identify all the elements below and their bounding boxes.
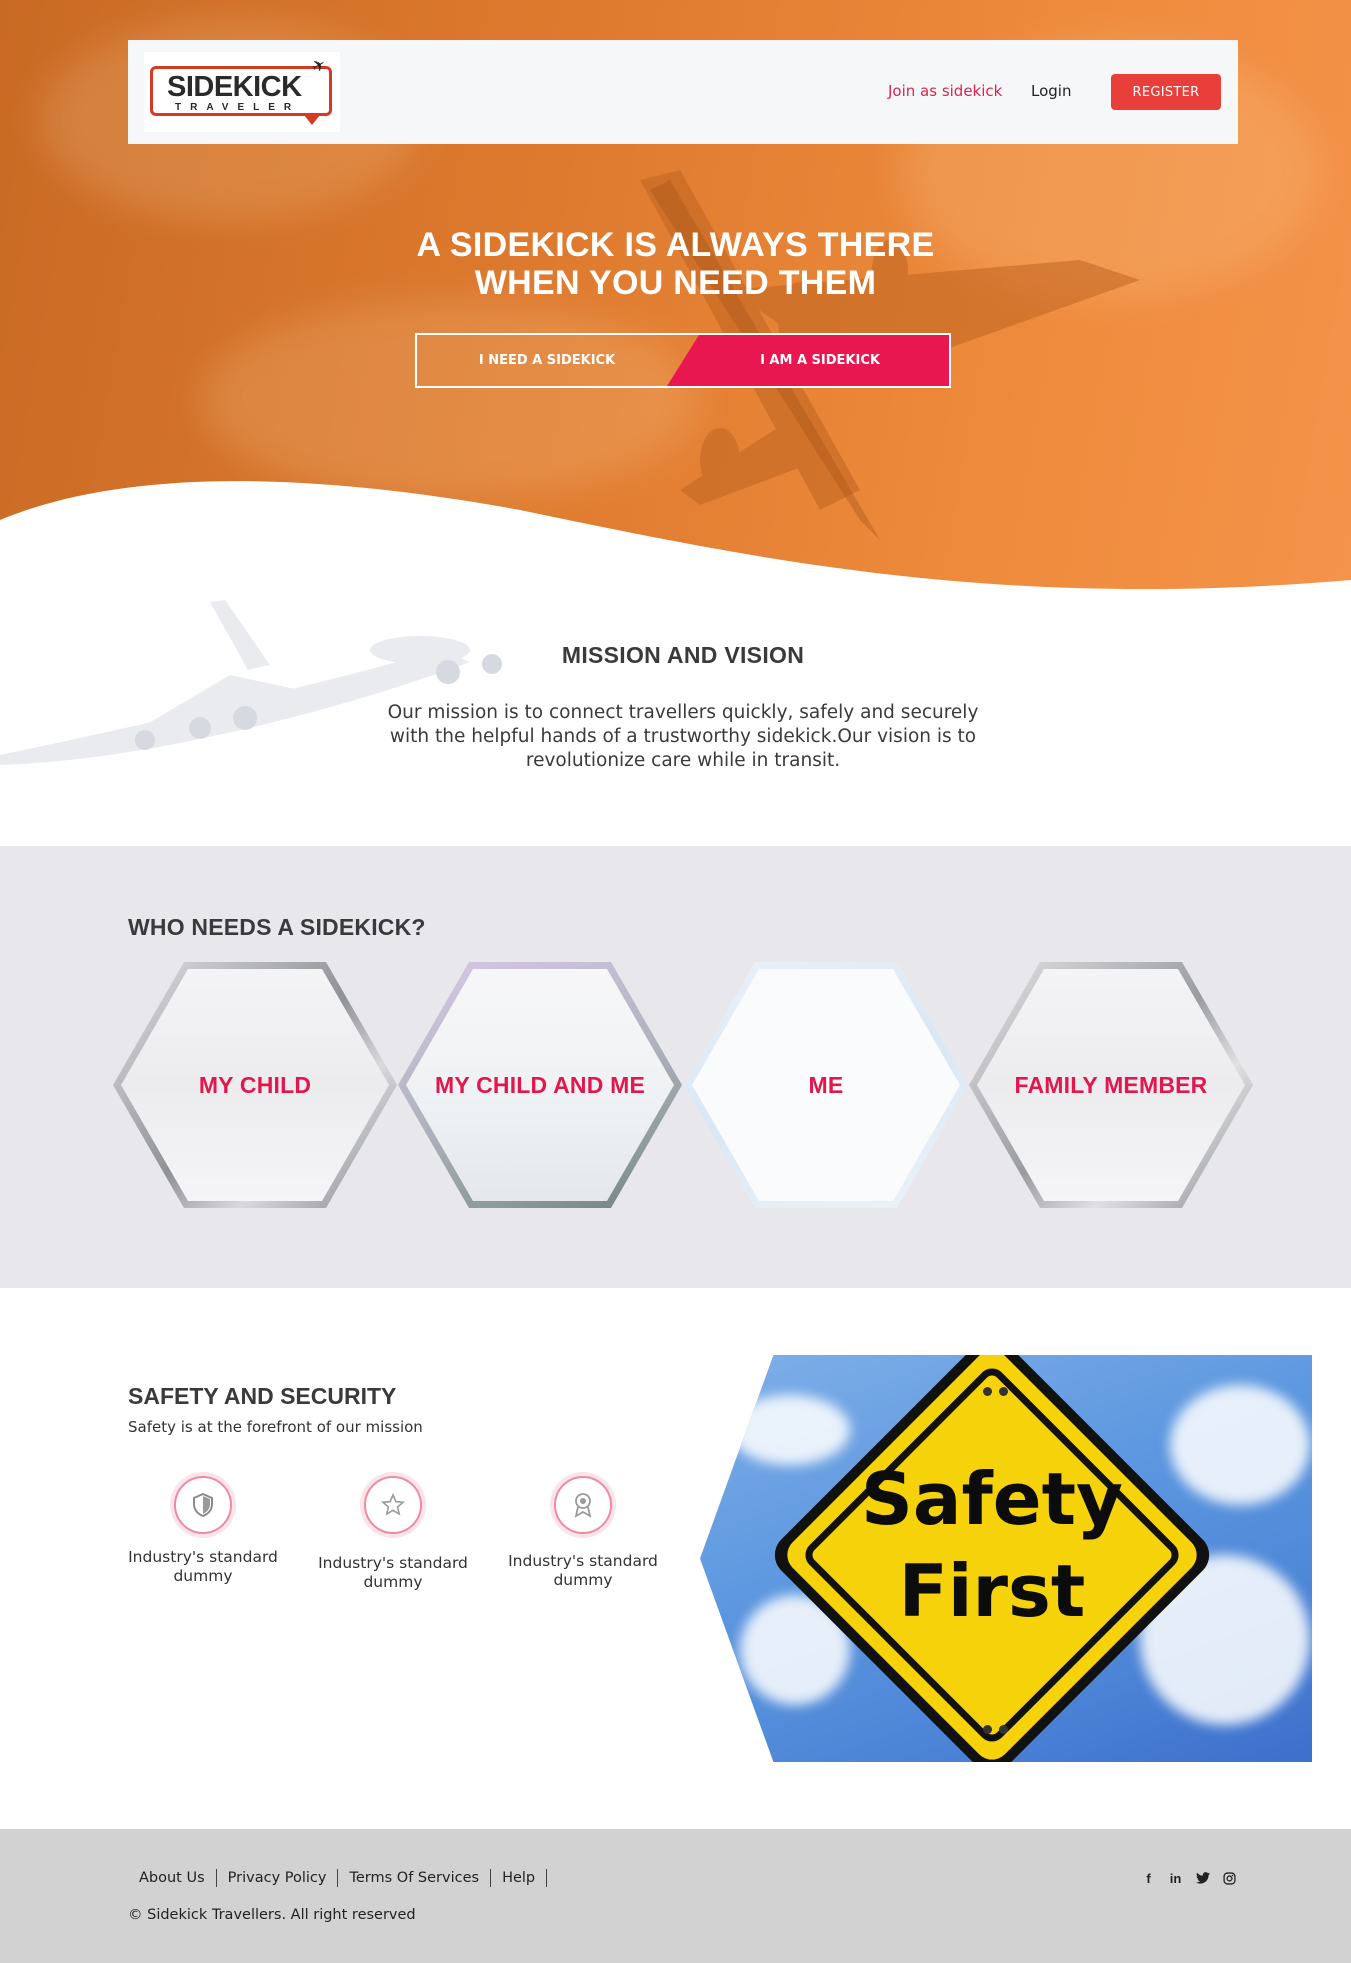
twitter-icon[interactable] bbox=[1194, 1869, 1211, 1887]
mission-title: MISSION AND VISION bbox=[561, 642, 805, 668]
login-link[interactable]: Login bbox=[1031, 82, 1071, 100]
feature-item: Industry's standard dummy bbox=[488, 1476, 678, 1590]
card-me[interactable]: ME bbox=[684, 962, 968, 1208]
card-label: ME bbox=[808, 1071, 844, 1098]
register-button[interactable]: REGISTER bbox=[1111, 74, 1221, 110]
card-my-child[interactable]: MY CHILD bbox=[113, 962, 397, 1208]
feature-text: Industry's standard dummy bbox=[488, 1552, 678, 1590]
mission-line: Our mission is to connect travellers qui… bbox=[387, 702, 979, 723]
sign-bolt bbox=[999, 1725, 1008, 1734]
footer-link-help[interactable]: Help bbox=[491, 1869, 548, 1887]
feature-text: Industry's standard dummy bbox=[108, 1548, 298, 1586]
logo-frame: SIDEKICK TRAVELER bbox=[150, 66, 332, 116]
copyright-text: © Sidekick Travellers. All right reserve… bbox=[128, 1907, 416, 1923]
feature-item: Industry's standard dummy bbox=[108, 1476, 298, 1586]
linkedin-icon[interactable]: in bbox=[1167, 1869, 1184, 1887]
star-icon bbox=[364, 1476, 422, 1534]
who-needs-section: WHO NEEDS A SIDEKICK? MY CHILD MY CHILD … bbox=[0, 846, 1351, 1288]
footer-link-terms[interactable]: Terms Of Services bbox=[338, 1869, 492, 1887]
sign-bolt bbox=[999, 1387, 1008, 1396]
site-footer: About Us Privacy Policy Terms Of Service… bbox=[0, 1829, 1351, 1963]
feature-text-line: Industry's standard bbox=[128, 1548, 278, 1566]
instagram-icon[interactable] bbox=[1221, 1869, 1238, 1887]
hero-banner: SIDEKICK TRAVELER ✈ Join as sidekick Log… bbox=[0, 0, 1351, 610]
who-needs-title: WHO NEEDS A SIDEKICK? bbox=[128, 914, 426, 940]
feature-text-line: dummy bbox=[173, 1567, 233, 1585]
sign-bolt bbox=[983, 1725, 992, 1734]
feature-text-line: dummy bbox=[553, 1571, 613, 1589]
am-sidekick-tab[interactable]: I AM A SIDEKICK bbox=[667, 335, 949, 386]
sign-text-line: Safety bbox=[861, 1457, 1123, 1541]
footer-link-about[interactable]: About Us bbox=[128, 1869, 217, 1887]
card-label: MY CHILD AND ME bbox=[435, 1071, 645, 1098]
sign-bolt bbox=[983, 1387, 992, 1396]
logo-main-text: SIDEKICK bbox=[167, 71, 302, 103]
feature-item: Industry's standard dummy bbox=[298, 1476, 488, 1592]
safety-subtitle: Safety is at the forefront of our missio… bbox=[128, 1418, 423, 1436]
feature-text-line: Industry's standard bbox=[318, 1554, 468, 1572]
sign-text: Safety First bbox=[772, 1453, 1212, 1637]
feature-text: Industry's standard dummy bbox=[298, 1554, 488, 1592]
logo-sub-text: TRAVELER bbox=[175, 102, 301, 113]
footer-link-privacy[interactable]: Privacy Policy bbox=[217, 1869, 339, 1887]
safety-sign: Safety First bbox=[765, 1355, 1219, 1762]
card-label: FAMILY MEMBER bbox=[1014, 1071, 1208, 1098]
facebook-icon[interactable]: f bbox=[1140, 1869, 1157, 1887]
card-my-child-and-me[interactable]: MY CHILD AND ME bbox=[398, 962, 682, 1208]
sidekick-role-toggle: I NEED A SIDEKICK I AM A SIDEKICK bbox=[415, 333, 951, 388]
award-icon bbox=[554, 1476, 612, 1534]
card-family-member[interactable]: FAMILY MEMBER bbox=[969, 962, 1253, 1208]
site-logo[interactable]: SIDEKICK TRAVELER ✈ bbox=[144, 52, 340, 132]
hero-title: A SIDEKICK IS ALWAYS THERE WHEN YOU NEED… bbox=[0, 226, 1351, 302]
feature-text-line: Industry's standard bbox=[508, 1552, 658, 1570]
top-navbar: SIDEKICK TRAVELER ✈ Join as sidekick Log… bbox=[128, 40, 1238, 144]
card-label: MY CHILD bbox=[198, 1071, 312, 1098]
shield-icon bbox=[174, 1476, 232, 1534]
sign-text-line: First bbox=[898, 1549, 1086, 1633]
feature-text-line: dummy bbox=[363, 1573, 423, 1591]
hero-title-line1: A SIDEKICK IS ALWAYS THERE bbox=[416, 226, 935, 264]
safety-title: SAFETY AND SECURITY bbox=[128, 1383, 397, 1409]
safety-first-image: Safety First bbox=[700, 1355, 1312, 1762]
social-links: f in bbox=[1140, 1869, 1238, 1887]
logo-speech-tail bbox=[304, 115, 320, 125]
join-as-sidekick-link[interactable]: Join as sidekick bbox=[888, 82, 1002, 100]
footer-links: About Us Privacy Policy Terms Of Service… bbox=[128, 1869, 548, 1887]
mission-line: revolutionize care while in transit. bbox=[525, 750, 841, 771]
hero-title-line2: WHEN YOU NEED THEM bbox=[474, 264, 877, 302]
mission-text: Our mission is to connect travellers qui… bbox=[355, 701, 1011, 773]
mission-line: with the helpful hands of a trustworthy … bbox=[389, 726, 977, 747]
